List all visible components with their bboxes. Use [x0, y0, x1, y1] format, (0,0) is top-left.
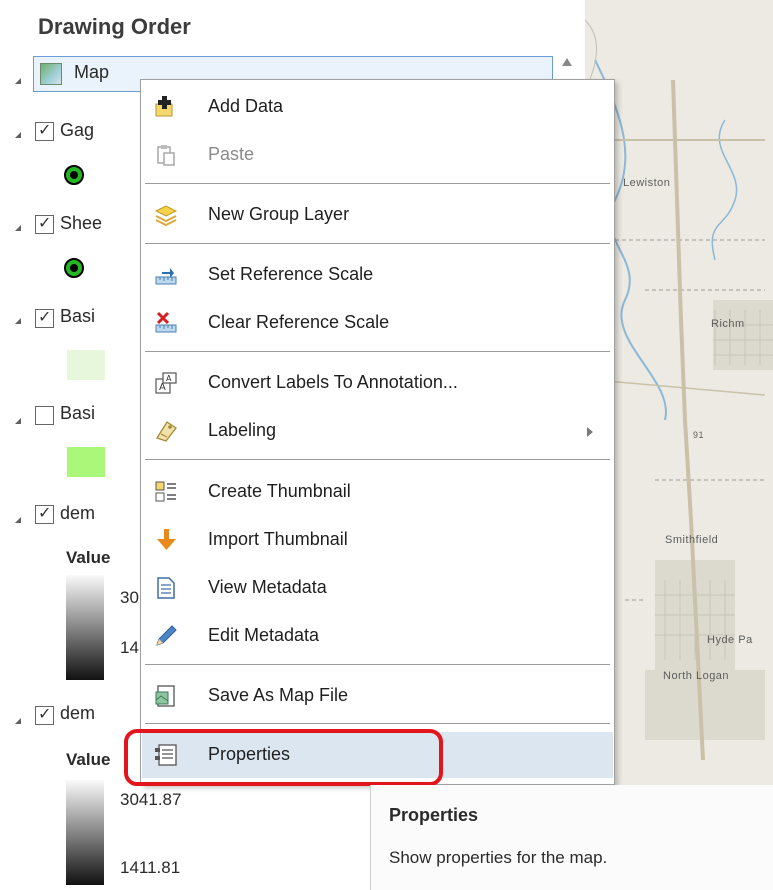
- set-scale-icon: [155, 268, 177, 285]
- menu-label: New Group Layer: [208, 204, 350, 224]
- value-header-2: Value: [66, 750, 111, 769]
- expand-layer-6-icon[interactable]: [15, 718, 21, 724]
- layer-5-checkbox[interactable]: ✓: [35, 503, 54, 524]
- expand-layer-5-icon[interactable]: [15, 517, 21, 523]
- map-label-north-logan: North Logan: [663, 670, 730, 682]
- svg-text:A: A: [166, 374, 172, 383]
- expand-layer-3-icon[interactable]: [15, 318, 21, 324]
- menu-label: Paste: [208, 144, 255, 164]
- map-label-richmond: Richm: [711, 318, 745, 330]
- check-mark-icon: ✓: [38, 503, 52, 522]
- color-ramp-2: [66, 780, 104, 885]
- tooltip-body: Show properties for the map.: [389, 848, 608, 867]
- annotation-icon: A A: [155, 372, 177, 394]
- check-mark-icon: ✓: [38, 704, 52, 723]
- point-symbol-icon: [64, 165, 84, 185]
- color-ramp-1: [66, 575, 104, 680]
- save-map-file-icon: [155, 685, 175, 707]
- properties-callout-box: [124, 729, 443, 786]
- menu-separator: [145, 351, 610, 352]
- check-mark-icon: ✓: [38, 213, 52, 232]
- context-menu: Add Data Paste New Group Layer Set Refer…: [140, 79, 615, 785]
- layer-5-name[interactable]: dem: [60, 503, 95, 524]
- group-layer-icon: [154, 205, 178, 227]
- menu-item-edit-metadata[interactable]: Edit Metadata: [142, 613, 613, 659]
- add-data-icon: [155, 96, 173, 117]
- map-label-smithfield: Smithfield: [665, 534, 719, 546]
- tooltip-title: Properties: [389, 805, 479, 825]
- layer-4-name[interactable]: Basi: [60, 403, 95, 424]
- menu-separator: [145, 723, 610, 724]
- menu-label: Import Thumbnail: [208, 529, 348, 549]
- pane-title: Drawing Order: [38, 14, 191, 39]
- layer-6-checkbox[interactable]: ✓: [35, 704, 54, 725]
- map-label-hyde-park: Hyde Pa: [707, 634, 753, 646]
- menu-item-add-data[interactable]: Add Data: [142, 84, 613, 130]
- menu-label: Create Thumbnail: [208, 481, 351, 501]
- map-icon: [40, 63, 62, 85]
- polygon-swatch-light: [67, 350, 105, 380]
- menu-item-import-thumbnail[interactable]: Import Thumbnail: [142, 517, 613, 563]
- edit-pencil-icon: [156, 625, 177, 646]
- layer-2-name[interactable]: Shee: [60, 213, 102, 234]
- scroll-up-arrow[interactable]: [560, 56, 574, 70]
- menu-label: Edit Metadata: [208, 625, 320, 645]
- ramp-2-high: 3041.87: [120, 790, 182, 809]
- menu-label: Labeling: [208, 420, 277, 440]
- clear-scale-icon: [155, 311, 177, 333]
- menu-label: Convert Labels To Annotation...: [208, 372, 458, 392]
- menu-item-new-group-layer[interactable]: New Group Layer: [142, 192, 613, 238]
- menu-item-set-reference-scale[interactable]: Set Reference Scale: [142, 252, 613, 298]
- menu-label: View Metadata: [208, 577, 327, 597]
- expand-layer-4-icon[interactable]: [15, 418, 21, 424]
- map-node-label: Map: [74, 62, 110, 82]
- labeling-icon: [156, 421, 177, 442]
- map-label-lewiston: Lewiston: [623, 177, 671, 189]
- menu-item-paste[interactable]: Paste: [142, 132, 613, 178]
- tooltip: Properties Show properties for the map.: [370, 785, 773, 890]
- menu-label: Set Reference Scale: [208, 264, 374, 284]
- layer-1-name[interactable]: Gag: [60, 120, 94, 141]
- menu-label: Save As Map File: [208, 685, 349, 705]
- menu-label: Clear Reference Scale: [208, 312, 390, 332]
- value-header-1: Value: [66, 548, 111, 567]
- ramp-1-low: 14: [120, 638, 139, 657]
- menu-separator: [145, 664, 610, 665]
- layer-2-checkbox[interactable]: ✓: [35, 213, 54, 234]
- svg-text:A: A: [159, 382, 166, 393]
- menu-separator: [145, 183, 610, 184]
- ramp-1-high: 30: [120, 588, 139, 607]
- layer-1-checkbox[interactable]: ✓: [35, 120, 54, 141]
- menu-item-clear-reference-scale[interactable]: Clear Reference Scale: [142, 300, 613, 346]
- menu-separator: [145, 243, 610, 244]
- layer-3-checkbox[interactable]: ✓: [35, 307, 54, 328]
- menu-item-view-metadata[interactable]: View Metadata: [142, 565, 613, 611]
- menu-item-convert-labels[interactable]: A A Convert Labels To Annotation...: [142, 360, 613, 406]
- thumbnail-icon: [155, 481, 176, 502]
- menu-separator: [145, 459, 610, 460]
- ramp-2-low: 1411.81: [120, 858, 181, 877]
- expand-layer-1-icon[interactable]: [15, 132, 21, 138]
- submenu-arrow-icon: [587, 427, 593, 437]
- menu-item-create-thumbnail[interactable]: Create Thumbnail: [142, 469, 613, 515]
- import-arrow-icon: [157, 529, 176, 550]
- layer-3-name[interactable]: Basi: [60, 306, 95, 327]
- expand-layer-2-icon[interactable]: [15, 225, 21, 231]
- map-label-route-91: 91: [693, 430, 705, 440]
- check-mark-icon: ✓: [38, 120, 52, 139]
- menu-item-save-as-map-file[interactable]: Save As Map File: [142, 673, 613, 719]
- layer-4-checkbox[interactable]: [35, 406, 54, 425]
- check-mark-icon: ✓: [38, 307, 52, 326]
- menu-item-labeling[interactable]: Labeling: [142, 408, 613, 454]
- paste-icon: [157, 145, 175, 166]
- layer-6-name[interactable]: dem: [60, 703, 95, 724]
- menu-label: Add Data: [208, 96, 284, 116]
- polygon-swatch-green: [67, 447, 105, 477]
- point-symbol-icon: [64, 258, 84, 278]
- view-metadata-icon: [157, 577, 175, 599]
- expand-map-icon[interactable]: [15, 78, 21, 84]
